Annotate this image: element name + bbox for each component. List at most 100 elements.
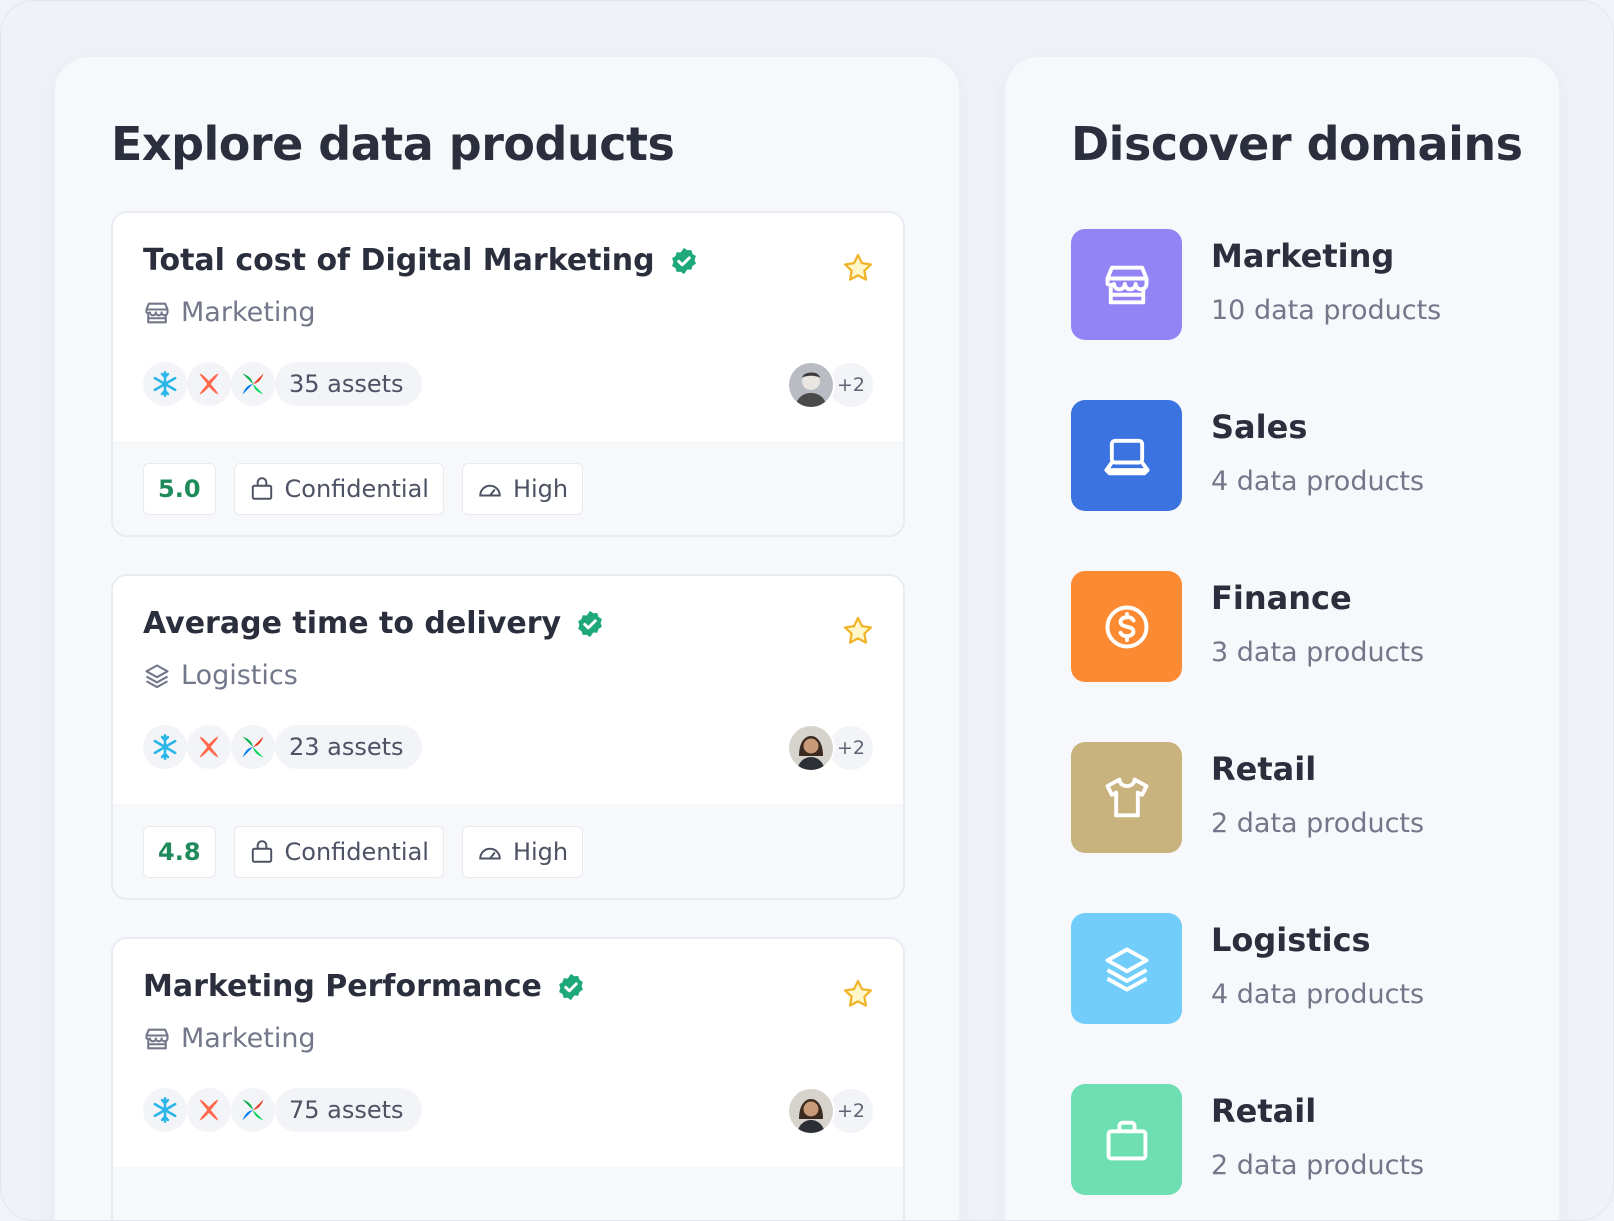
domains-panel: Discover domains Marketing 10 data produ… bbox=[1005, 57, 1559, 1220]
card-owners[interactable]: +2 bbox=[787, 361, 873, 409]
confidentiality-label: Confidential bbox=[284, 475, 429, 503]
domain-tile bbox=[1071, 742, 1182, 853]
domain-tile bbox=[1071, 229, 1182, 340]
card-tags: 5.0 Confidential High bbox=[143, 463, 584, 515]
card-title-row: Total cost of Digital Marketing bbox=[143, 243, 699, 278]
layers-icon bbox=[1105, 947, 1148, 992]
store-icon bbox=[1105, 265, 1148, 304]
dollar-icon bbox=[1105, 605, 1148, 648]
snowflake-icon bbox=[143, 362, 187, 406]
data-product-card[interactable]: Marketing Performance Marketing 75 asset… bbox=[111, 937, 905, 1220]
card-assets[interactable]: 75 assets bbox=[143, 1087, 422, 1133]
card-tags: 4.8 Confidential High bbox=[143, 826, 584, 878]
lock-bag-icon bbox=[251, 477, 272, 500]
panel-title: Discover domains bbox=[1071, 117, 1523, 171]
card-domain-label: Marketing bbox=[181, 297, 316, 328]
domain-count: 4 data products bbox=[1211, 979, 1425, 1010]
card-title: Total cost of Digital Marketing bbox=[143, 243, 655, 278]
domain-name: Sales bbox=[1211, 408, 1308, 446]
data-products-panel: Explore data products Total cost of Digi… bbox=[55, 57, 959, 1220]
asset-count: 75 assets bbox=[275, 1088, 422, 1132]
domain-name: Retail bbox=[1211, 1092, 1317, 1130]
card-assets[interactable]: 35 assets bbox=[143, 361, 422, 407]
bag-icon bbox=[1106, 1120, 1147, 1160]
domain-item-marketing[interactable]: Marketing 10 data products bbox=[1071, 229, 1511, 341]
owner-avatar[interactable] bbox=[787, 361, 835, 409]
verified-badge-icon bbox=[578, 610, 602, 637]
favorite-star-icon[interactable] bbox=[841, 977, 875, 1011]
card-title-row: Average time to delivery bbox=[143, 606, 605, 641]
domain-name: Finance bbox=[1211, 579, 1352, 617]
domain-name: Marketing bbox=[1211, 237, 1395, 275]
domain-tile bbox=[1071, 571, 1182, 682]
domain-count: 2 data products bbox=[1211, 808, 1425, 839]
owner-avatar[interactable] bbox=[787, 1087, 835, 1135]
data-product-card[interactable]: Average time to delivery Logistics 23 as… bbox=[111, 574, 905, 900]
dbt-icon bbox=[187, 1088, 231, 1132]
domain-count: 2 data products bbox=[1211, 1150, 1425, 1181]
gauge-icon bbox=[479, 847, 501, 860]
card-domain[interactable]: Marketing bbox=[143, 1023, 316, 1054]
criticality-label: High bbox=[512, 838, 569, 866]
more-owners-count[interactable]: +2 bbox=[829, 363, 873, 407]
card-owners[interactable]: +2 bbox=[787, 1087, 873, 1135]
confidentiality-tag: Confidential bbox=[233, 463, 444, 515]
laptop-icon bbox=[1103, 438, 1150, 475]
card-domain-label: Marketing bbox=[181, 1023, 316, 1054]
card-assets[interactable]: 23 assets bbox=[143, 724, 422, 770]
favorite-star-icon[interactable] bbox=[841, 614, 875, 648]
app-frame: Explore data products Total cost of Digi… bbox=[0, 0, 1614, 1221]
gauge-icon bbox=[479, 484, 501, 497]
card-domain[interactable]: Marketing bbox=[143, 297, 316, 328]
airflow-icon bbox=[231, 1088, 275, 1132]
confidentiality-tag: Confidential bbox=[233, 826, 444, 878]
panel-title: Explore data products bbox=[111, 117, 675, 171]
domain-item-logistics[interactable]: Logistics 4 data products bbox=[1071, 913, 1511, 1025]
card-owners[interactable]: +2 bbox=[787, 724, 873, 772]
card-title: Average time to delivery bbox=[143, 606, 562, 641]
asset-count: 35 assets bbox=[275, 362, 422, 406]
rating-tag: 4.8 bbox=[143, 826, 216, 878]
snowflake-icon bbox=[143, 725, 187, 769]
domain-tile bbox=[1071, 400, 1182, 511]
card-domain[interactable]: Logistics bbox=[143, 660, 298, 691]
domain-count: 4 data products bbox=[1211, 466, 1425, 497]
card-title: Marketing Performance bbox=[143, 969, 542, 1004]
airflow-icon bbox=[231, 362, 275, 406]
domain-item-retail[interactable]: Retail 2 data products bbox=[1071, 742, 1511, 854]
criticality-tag: High bbox=[461, 826, 584, 878]
more-owners-count[interactable]: +2 bbox=[829, 1089, 873, 1133]
store-icon bbox=[145, 1028, 169, 1049]
domain-name: Logistics bbox=[1211, 921, 1371, 959]
domain-count: 10 data products bbox=[1211, 295, 1442, 326]
data-product-card[interactable]: Total cost of Digital Marketing Marketin… bbox=[111, 211, 905, 537]
verified-badge-icon bbox=[671, 247, 696, 274]
owner-avatar[interactable] bbox=[787, 724, 835, 772]
asset-count: 23 assets bbox=[275, 725, 422, 769]
card-header: Total cost of Digital Marketing Marketin… bbox=[113, 213, 903, 441]
domain-item-finance[interactable]: Finance 3 data products bbox=[1071, 571, 1511, 683]
domain-tile bbox=[1071, 1084, 1182, 1195]
card-header: Average time to delivery Logistics 23 as… bbox=[113, 576, 903, 804]
favorite-star-icon[interactable] bbox=[841, 251, 875, 285]
dbt-icon bbox=[187, 725, 231, 769]
domain-item-retail-2[interactable]: Retail 2 data products bbox=[1071, 1084, 1511, 1196]
domain-name: Retail bbox=[1211, 750, 1317, 788]
more-owners-count[interactable]: +2 bbox=[829, 726, 873, 770]
card-domain-label: Logistics bbox=[181, 660, 298, 691]
airflow-icon bbox=[231, 725, 275, 769]
domain-item-sales[interactable]: Sales 4 data products bbox=[1071, 400, 1511, 512]
card-footer bbox=[113, 1167, 903, 1220]
lock-bag-icon bbox=[251, 840, 272, 863]
domain-count: 3 data products bbox=[1211, 637, 1425, 668]
snowflake-icon bbox=[143, 1088, 187, 1132]
shirt-icon bbox=[1105, 777, 1148, 817]
rating-tag: 5.0 bbox=[143, 463, 216, 515]
card-title-row: Marketing Performance bbox=[143, 969, 586, 1004]
criticality-label: High bbox=[512, 475, 569, 503]
layers-icon bbox=[145, 663, 169, 688]
card-header: Marketing Performance Marketing 75 asset… bbox=[113, 939, 903, 1167]
store-icon bbox=[145, 302, 169, 323]
domain-tile bbox=[1071, 913, 1182, 1024]
verified-badge-icon bbox=[559, 973, 583, 1000]
